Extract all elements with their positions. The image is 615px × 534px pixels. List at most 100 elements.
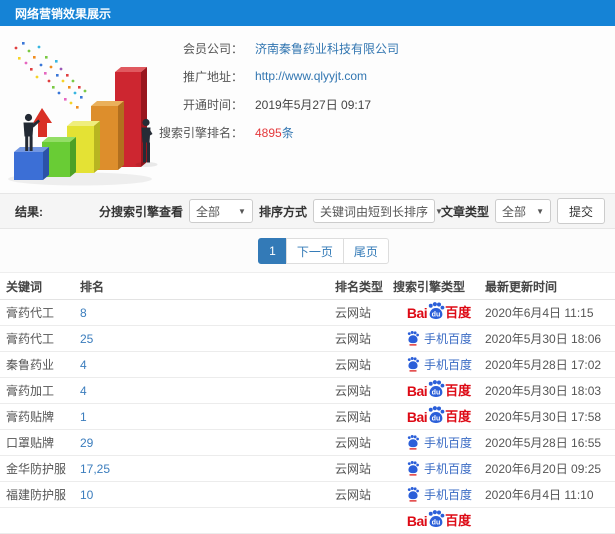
baidu-pc-logo: Bai du 百度 [407, 380, 471, 401]
engine-filter-label: 分搜索引擎查看 [98, 204, 183, 219]
table-header-row: 关键词 排名 排名类型 搜索引擎类型 最新更新时间 [0, 272, 615, 300]
baidu-paw-icon [407, 461, 419, 476]
baidu-paw-icon: du [428, 406, 445, 423]
rank-type-cell: 云网站 [335, 306, 372, 320]
rank-link[interactable]: 8 [80, 306, 87, 320]
table-row: 秦鲁药业 4 云网站 Bai du 百度 [0, 352, 615, 378]
updated-cell: 2020年6月4日 11:15 [485, 306, 594, 320]
engine-cell: Bai du 百度 [393, 331, 485, 346]
svg-text:du: du [432, 415, 441, 423]
keyword-cell: 口罩贴牌 [6, 436, 55, 450]
rank-cell: 25 [80, 332, 335, 346]
baidu-paw-icon: du [428, 302, 445, 319]
rank-link[interactable]: 4 [80, 384, 87, 398]
bar-chart-illustration [8, 42, 158, 186]
updated-cell: 2020年5月30日 18:03 [485, 384, 602, 398]
rank-type-cell: 云网站 [335, 436, 372, 450]
pagination: 1 下一页 尾页 [32, 238, 615, 264]
rank-count: 4895 [255, 125, 282, 140]
baidu-paw-icon [407, 331, 419, 346]
baidu-paw-icon [407, 357, 419, 372]
table-row: 膏药代工 8 云网站 Bai du 百度 2020年6月4日 11:15 [0, 300, 615, 326]
updated-cell: 2020年6月20日 09:25 [485, 462, 602, 476]
rank-cell: 4 [80, 358, 335, 372]
engine-cell: Bai du 百度 [393, 461, 485, 476]
next-page-button[interactable]: 下一页 [285, 238, 344, 264]
header-updated: 最新更新时间 [485, 279, 558, 294]
article-type-label: 文章类型 [440, 204, 489, 219]
submit-button[interactable]: 提交 [556, 198, 605, 224]
table-row: 膏药加工 4 云网站 Bai du 百度 2020年5月30日 18:03 [0, 378, 615, 404]
chevron-down-icon: ▼ [536, 206, 544, 216]
baidu-paw-icon: du [428, 380, 445, 397]
open-time-value: 2019年5月27日 09:17 [255, 97, 372, 112]
rank-link[interactable]: 25 [80, 332, 93, 346]
filter-bar: 结果: 分搜索引擎查看 全部 ▼ 排序方式 关键词由短到长排序 ▼ 文章类型 全… [0, 193, 615, 229]
table-row: Bai du 百度 [0, 508, 615, 534]
table-row: 金华防护服 17,25 云网站 Bai du 百度 [0, 456, 615, 482]
header-engine-type: 搜索引擎类型 [393, 279, 466, 294]
engine-cell: Bai du 百度 [393, 406, 485, 427]
table-row: 福建防护服 10 云网站 Bai du 百度 [0, 482, 615, 508]
table-row: 口罩贴牌 29 云网站 Bai du 百度 [0, 430, 615, 456]
keyword-cell: 秦鲁药业 [6, 358, 55, 372]
rank-unit: 条 [281, 125, 294, 140]
baidu-mobile-logo: 手机百度 [406, 487, 472, 502]
page-title: 网络营销效果展示 [15, 6, 112, 21]
titlebar: 网络营销效果展示 [0, 0, 615, 26]
baidu-pc-logo: Bai du 百度 [407, 302, 471, 323]
rank-cell: 10 [80, 488, 335, 502]
bar-blue [14, 147, 49, 180]
table-body: 膏药代工 8 云网站 Bai du 百度 2020年6月4日 11:15 膏药代… [0, 300, 615, 534]
engine-filter-value: 全部 [195, 204, 220, 219]
updated-cell: 2020年5月30日 17:58 [485, 410, 602, 424]
rank-cell: 1 [80, 410, 335, 424]
engine-filter-select[interactable]: 全部 ▼ [188, 199, 253, 223]
engine-rank-value: 4895条 [255, 124, 294, 141]
baidu-mobile-logo: 手机百度 [406, 331, 472, 346]
keyword-cell: 膏药加工 [6, 384, 55, 398]
rank-link[interactable]: 10 [80, 488, 93, 502]
confetti-dots [14, 42, 87, 109]
engine-cell: Bai du 百度 [393, 357, 485, 372]
engine-cell: Bai du 百度 [393, 435, 485, 450]
rank-type-cell: 云网站 [335, 410, 372, 424]
filter-controls: 分搜索引擎查看 全部 ▼ 排序方式 关键词由短到长排序 ▼ 文章类型 全部 ▼ … [99, 198, 605, 224]
rank-link[interactable]: 29 [80, 436, 93, 450]
promotion-url-link[interactable]: http://www.qlyyjt.com [255, 69, 367, 83]
engine-cell: Bai du 百度 [393, 380, 485, 401]
baidu-paw-icon [407, 487, 419, 502]
rank-type-cell: 云网站 [335, 462, 372, 476]
last-page-button[interactable]: 尾页 [342, 238, 389, 264]
rank-link[interactable]: 1 [80, 410, 87, 424]
rank-type-cell: 云网站 [335, 332, 372, 346]
header-keyword: 关键词 [6, 279, 43, 294]
engine-cell: Bai du 百度 [393, 487, 485, 502]
rank-link[interactable]: 17,25 [80, 462, 110, 476]
updated-cell: 2020年5月28日 17:02 [485, 358, 602, 372]
updated-cell: 2020年5月30日 18:06 [485, 332, 602, 346]
baidu-paw-icon: du [428, 510, 445, 527]
keyword-cell: 金华防护服 [6, 462, 67, 476]
baidu-mobile-logo: 手机百度 [406, 461, 472, 476]
keyword-cell: 福建防护服 [6, 488, 67, 502]
results-table: 关键词 排名 排名类型 搜索引擎类型 最新更新时间 膏药代工 8 云网站 Bai… [0, 272, 615, 534]
baidu-paw-icon [407, 435, 419, 450]
updated-cell: 2020年6月4日 11:10 [485, 488, 594, 502]
updated-cell: 2020年5月28日 16:55 [485, 436, 602, 450]
sort-value: 关键词由短到长排序 [319, 204, 428, 219]
rank-cell: 29 [80, 436, 335, 450]
keyword-cell: 膏药贴牌 [6, 410, 55, 424]
article-type-value: 全部 [501, 204, 526, 219]
header-rank: 排名 [80, 279, 105, 294]
member-info-panel: 会员公司： 济南秦鲁药业科技有限公司 推广地址： http://www.qlyy… [0, 26, 615, 190]
sort-select[interactable]: 关键词由短到长排序 ▼ [312, 199, 443, 223]
rank-link[interactable]: 4 [80, 358, 87, 372]
page-button-current[interactable]: 1 [258, 238, 287, 264]
header-rank-type: 排名类型 [335, 279, 384, 294]
rank-type-cell: 云网站 [335, 384, 372, 398]
article-type-select[interactable]: 全部 ▼ [494, 199, 551, 223]
company-link[interactable]: 济南秦鲁药业科技有限公司 [255, 40, 399, 57]
keyword-cell: 膏药代工 [6, 306, 55, 320]
rank-cell: 17,25 [80, 462, 335, 476]
